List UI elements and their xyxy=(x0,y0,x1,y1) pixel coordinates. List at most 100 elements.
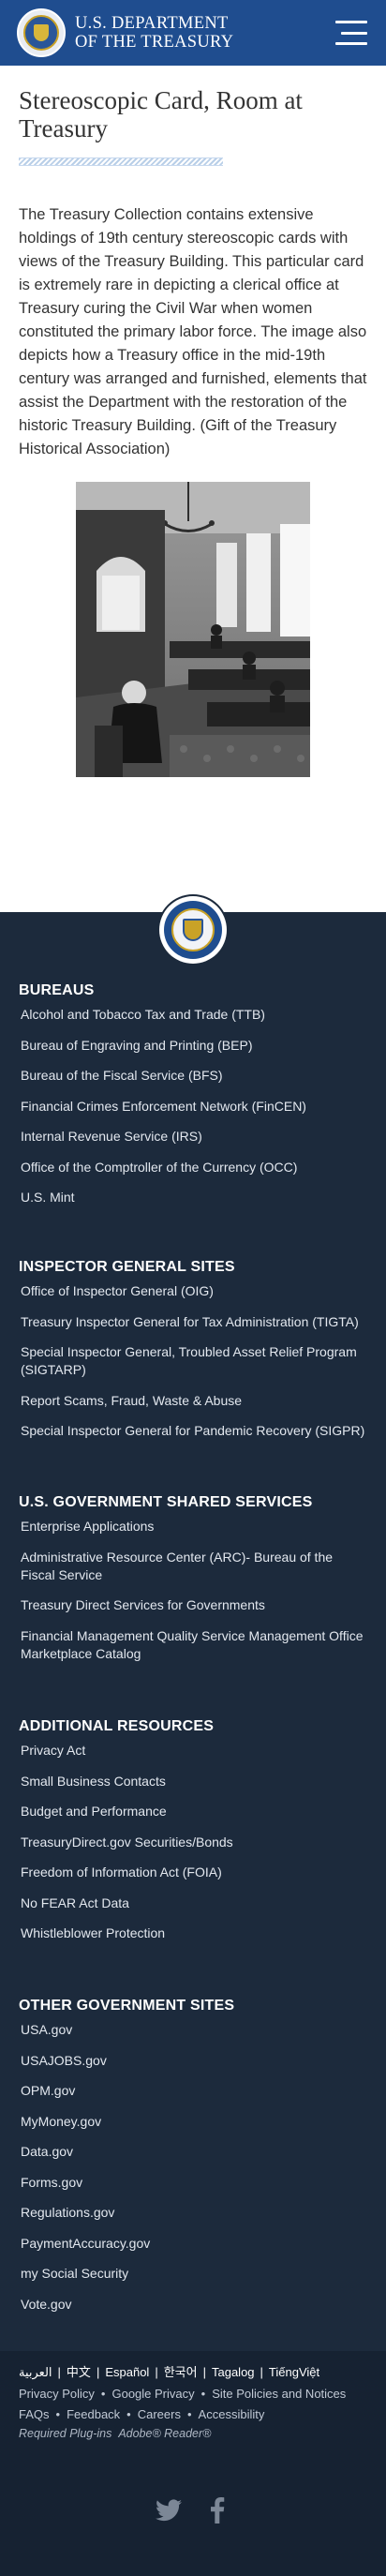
footer-link-text[interactable]: my Social Security xyxy=(21,2266,128,2281)
footer-link-text[interactable]: OPM.gov xyxy=(21,2083,75,2098)
footer-link-text[interactable]: Small Business Contacts xyxy=(21,1774,166,1789)
footer-link-text[interactable]: Alcohol and Tobacco Tax and Trade (TTB) xyxy=(21,1007,265,1022)
footer-link[interactable]: Special Inspector General for Pandemic R… xyxy=(19,1422,367,1440)
policy-link[interactable]: Site Policies and Notices xyxy=(212,2387,346,2401)
footer-link-text[interactable]: Office of the Comptroller of the Currenc… xyxy=(21,1160,297,1175)
menu-bar xyxy=(341,31,367,35)
language-link[interactable]: 한국어 xyxy=(164,2365,198,2379)
footer-link[interactable]: Bureau of the Fiscal Service (BFS) xyxy=(19,1067,367,1085)
footer-section-shared-services: U.S. GOVERNMENT SHARED SERVICES Enterpri… xyxy=(19,1491,367,1675)
policy-links: Privacy Policy • Google Privacy • Site Polic… xyxy=(19,2387,347,2421)
footer-link[interactable]: U.S. Mint xyxy=(19,1189,367,1206)
footer-link[interactable]: my Social Security xyxy=(19,2265,367,2283)
language-link[interactable]: Español xyxy=(105,2365,149,2379)
footer-link[interactable]: Budget and Performance xyxy=(19,1803,367,1820)
footer-link[interactable]: Freedom of Information Act (FOIA) xyxy=(19,1864,367,1881)
footer-seal-shield xyxy=(183,919,203,941)
footer-link-text[interactable]: Special Inspector General for Pandemic R… xyxy=(21,1423,364,1438)
policy-link[interactable]: Accessibility xyxy=(199,2407,265,2421)
footer-link[interactable]: Enterprise Applications xyxy=(19,1518,367,1535)
footer-link[interactable]: Internal Revenue Service (IRS) xyxy=(19,1128,367,1146)
footer-link[interactable]: Privacy Act xyxy=(19,1742,367,1760)
footer-link[interactable]: Treasury Inspector General for Tax Admin… xyxy=(19,1313,367,1331)
footer-link-text[interactable]: Office of Inspector General (OIG) xyxy=(21,1283,214,1298)
footer-seal-ring xyxy=(164,901,222,959)
footer-link-text[interactable]: Special Inspector General, Troubled Asse… xyxy=(21,1344,357,1377)
footer-link-text[interactable]: Administrative Resource Center (ARC)- Bu… xyxy=(21,1550,333,1582)
footer-link[interactable]: Treasury Direct Services for Governments xyxy=(19,1596,367,1614)
footer-link[interactable]: Small Business Contacts xyxy=(19,1773,367,1790)
footer-link-text[interactable]: Data.gov xyxy=(21,2144,73,2159)
footer-link-text[interactable]: Bureau of the Fiscal Service (BFS) xyxy=(21,1068,223,1083)
footer-seal-logo[interactable] xyxy=(159,896,227,964)
footer-link[interactable]: Whistleblower Protection xyxy=(19,1925,367,1942)
footer-link[interactable]: Data.gov xyxy=(19,2143,367,2161)
footer-link[interactable]: Regulations.gov xyxy=(19,2204,367,2222)
footer-section-other-government-sites: OTHER GOVERNMENT SITES USA.gov USAJOBS.g… xyxy=(19,1995,367,2326)
footer-link[interactable]: Bureau of Engraving and Printing (BEP) xyxy=(19,1037,367,1055)
footer-section-inspector-general: INSPECTOR GENERAL SITES Office of Inspec… xyxy=(19,1256,367,1453)
language-link[interactable]: TiếngViệt xyxy=(269,2365,319,2379)
footer-link-text[interactable]: Whistleblower Protection xyxy=(21,1925,165,1940)
language-link[interactable]: Tagalog xyxy=(212,2365,255,2379)
footer-link[interactable]: Financial Crimes Enforcement Network (Fi… xyxy=(19,1098,367,1116)
twitter-icon[interactable] xyxy=(155,2496,183,2524)
footer-link[interactable]: USAJOBS.gov xyxy=(19,2052,367,2070)
seal-inner xyxy=(23,15,59,51)
facebook-icon[interactable] xyxy=(203,2496,231,2524)
footer-link[interactable]: No FEAR Act Data xyxy=(19,1895,367,1912)
policy-link[interactable]: FAQs xyxy=(19,2407,50,2421)
footer-link[interactable]: Administrative Resource Center (ARC)- Bu… xyxy=(19,1549,367,1584)
footer-link-text[interactable]: PaymentAccuracy.gov xyxy=(21,2236,150,2251)
footer-link[interactable]: Forms.gov xyxy=(19,2174,367,2192)
footer-link[interactable]: Office of the Comptroller of the Currenc… xyxy=(19,1159,367,1176)
footer-link-text[interactable]: Treasury Direct Services for Governments xyxy=(21,1597,265,1612)
footer-link[interactable]: Office of Inspector General (OIG) xyxy=(19,1282,367,1300)
footer-link-text[interactable]: Forms.gov xyxy=(21,2175,82,2190)
footer-link[interactable]: PaymentAccuracy.gov xyxy=(19,2235,367,2253)
site-title[interactable]: U.S. DEPARTMENT OF THE TREASURY xyxy=(75,14,233,52)
policy-link[interactable]: Privacy Policy xyxy=(19,2387,95,2401)
footer-link-text[interactable]: Internal Revenue Service (IRS) xyxy=(21,1129,202,1144)
footer-link-text[interactable]: Budget and Performance xyxy=(21,1804,167,1819)
footer-link-text[interactable]: Regulations.gov xyxy=(21,2205,114,2220)
footer-link[interactable]: Alcohol and Tobacco Tax and Trade (TTB) xyxy=(19,1006,367,1024)
footer-link[interactable]: Financial Management Quality Service Man… xyxy=(19,1627,367,1663)
photo-illustration xyxy=(76,482,310,777)
site-title-line2: OF THE TREASURY xyxy=(75,33,234,52)
footer-link[interactable]: MyMoney.gov xyxy=(19,2113,367,2131)
language-link[interactable]: العربية xyxy=(19,2365,52,2379)
footer-link[interactable]: OPM.gov xyxy=(19,2082,367,2100)
footer-link-text[interactable]: TreasuryDirect.gov Securities/Bonds xyxy=(21,1835,233,1850)
footer-link-text[interactable]: Privacy Act xyxy=(21,1743,85,1758)
language-link[interactable]: 中文 xyxy=(67,2365,91,2379)
footer-link-text[interactable]: Vote.gov xyxy=(21,2297,72,2312)
footer-link-text[interactable]: Financial Management Quality Service Man… xyxy=(21,1628,363,1661)
policy-link[interactable]: Google Privacy xyxy=(111,2387,194,2401)
footer-link-text[interactable]: Enterprise Applications xyxy=(21,1519,154,1534)
footer-link-text[interactable]: USA.gov xyxy=(21,2022,72,2037)
footer-link[interactable]: TreasuryDirect.gov Securities/Bonds xyxy=(19,1834,367,1851)
footer-link-text[interactable]: MyMoney.gov xyxy=(21,2114,101,2129)
plugins-label: Required Plug-ins xyxy=(19,2427,112,2440)
footer-link[interactable]: USA.gov xyxy=(19,2021,367,2039)
footer-link[interactable]: Vote.gov xyxy=(19,2296,367,2314)
policy-link[interactable]: Careers xyxy=(138,2407,181,2421)
treasury-seal-logo[interactable] xyxy=(17,8,66,57)
hamburger-menu-icon[interactable] xyxy=(335,21,367,45)
menu-bar xyxy=(335,21,367,23)
footer-section-heading: OTHER GOVERNMENT SITES xyxy=(19,1998,235,2014)
adobe-reader-link[interactable]: Adobe® Reader® xyxy=(118,2427,211,2440)
footer-link[interactable]: Special Inspector General, Troubled Asse… xyxy=(19,1343,367,1379)
footer-link-text[interactable]: Freedom of Information Act (FOIA) xyxy=(21,1865,222,1880)
footer-link-text[interactable]: No FEAR Act Data xyxy=(21,1895,129,1910)
footer-link-text[interactable]: USAJOBS.gov xyxy=(21,2053,107,2068)
footer-link-text[interactable]: Report Scams, Fraud, Waste & Abuse xyxy=(21,1393,242,1408)
footer-link-text[interactable]: Treasury Inspector General for Tax Admin… xyxy=(21,1314,359,1329)
footer-section-additional-resources: ADDITIONAL RESOURCES Privacy Act Small B… xyxy=(19,1715,367,1955)
footer-link-text[interactable]: U.S. Mint xyxy=(21,1190,75,1205)
policy-link[interactable]: Feedback xyxy=(67,2407,120,2421)
footer-link-text[interactable]: Financial Crimes Enforcement Network (Fi… xyxy=(21,1099,306,1114)
footer-link-text[interactable]: Bureau of Engraving and Printing (BEP) xyxy=(21,1038,252,1053)
footer-link[interactable]: Report Scams, Fraud, Waste & Abuse xyxy=(19,1392,367,1410)
